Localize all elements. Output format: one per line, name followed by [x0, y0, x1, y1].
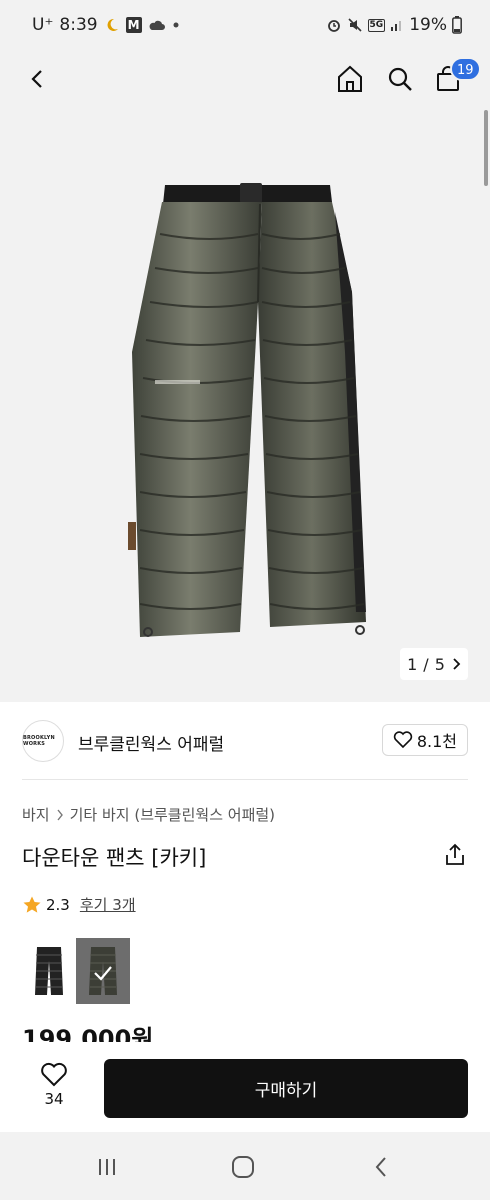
pager-separator: / [423, 654, 429, 674]
5g-icon: 5G [367, 18, 386, 32]
share-button[interactable] [442, 842, 468, 868]
system-navigation-bar [0, 1132, 490, 1200]
purchase-action-bar: 34 구매하기 [0, 1042, 490, 1132]
shop-name[interactable]: 브루클린웍스 어패럴 [78, 730, 224, 755]
pager-total: 5 [434, 654, 445, 674]
share-icon [446, 843, 464, 865]
cart-button[interactable]: 19 [428, 57, 481, 99]
m-app-icon: M [125, 17, 142, 33]
system-back-button[interactable] [366, 1152, 396, 1182]
back-arrow-icon [375, 1157, 386, 1177]
breadcrumb-item[interactable]: 바지 [22, 804, 50, 825]
product-image-down-pants [128, 183, 366, 637]
shop-logo[interactable]: BROOKLYN WORKS [22, 720, 64, 762]
buy-button[interactable]: 구매하기 [104, 1059, 468, 1118]
pager-current: 1 [407, 654, 418, 674]
scrollbar[interactable] [484, 110, 488, 186]
wishlist-count: 34 [44, 1090, 64, 1108]
search-button[interactable] [380, 59, 420, 99]
variant-thumbnails [22, 938, 130, 1004]
rating-value: 2.3 [46, 895, 70, 914]
shop-row[interactable]: BROOKLYN WORKS 브루클린웍스 어패럴 8.1천 [22, 718, 468, 764]
search-icon [388, 67, 412, 91]
chevron-right-icon [453, 658, 461, 670]
chevron-left-icon [31, 70, 42, 88]
image-pager[interactable]: 1 / 5 [400, 648, 468, 680]
divider [22, 779, 468, 780]
breadcrumb: 바지 기타 바지 (브루클린웍스 어패럴) [22, 804, 275, 825]
star-icon [23, 896, 41, 913]
variant-thumb-black[interactable] [22, 938, 76, 1004]
variant-image-black [35, 947, 63, 995]
shop-like-button[interactable]: 8.1천 [381, 724, 468, 756]
rating-row: 2.3 후기 3개 [22, 894, 136, 915]
shop-like-count: 8.1천 [416, 732, 457, 751]
variant-thumb-khaki[interactable] [76, 938, 130, 1004]
product-image-gallery[interactable] [0, 52, 490, 702]
battery-icon [452, 16, 462, 34]
alarm-icon [326, 17, 342, 33]
home-button[interactable] [330, 59, 370, 99]
mute-icon [347, 17, 363, 33]
battery-label: 19% [409, 15, 447, 35]
top-navigation: 19 [0, 52, 490, 108]
home-circle-icon [232, 1156, 254, 1178]
home-system-button[interactable] [228, 1152, 258, 1182]
carrier-label: U⁺ [32, 15, 54, 35]
breadcrumb-item[interactable]: 기타 바지 (브루클린웍스 어패럴) [70, 804, 275, 825]
chevron-right-icon [57, 809, 63, 820]
review-link[interactable]: 후기 3개 [80, 894, 136, 915]
product-title: 다운타운 팬츠 [카키] [22, 846, 207, 870]
recent-apps-button[interactable] [92, 1152, 122, 1182]
moon-icon [104, 17, 120, 33]
status-left: U⁺ 8:39 M [32, 15, 180, 35]
wishlist-button[interactable]: 34 [32, 1062, 76, 1108]
status-bar: U⁺ 8:39 M 5G 19% [0, 0, 490, 52]
cart-count-badge: 19 [450, 57, 481, 81]
time-label: 8:39 [59, 15, 98, 35]
status-right: 5G 19% [326, 15, 462, 35]
cloud-icon [148, 18, 166, 32]
dot-icon [172, 21, 180, 29]
home-icon [338, 65, 362, 92]
heart-icon [393, 731, 413, 749]
shop-logo-text: BROOKLYN WORKS [23, 735, 55, 747]
signal-icon [390, 18, 404, 32]
recent-apps-icon [99, 1159, 115, 1175]
variant-image-khaki [89, 947, 117, 995]
heart-icon [41, 1062, 67, 1087]
back-button[interactable] [18, 59, 58, 99]
product-price: 199,000원 [22, 1026, 154, 1042]
